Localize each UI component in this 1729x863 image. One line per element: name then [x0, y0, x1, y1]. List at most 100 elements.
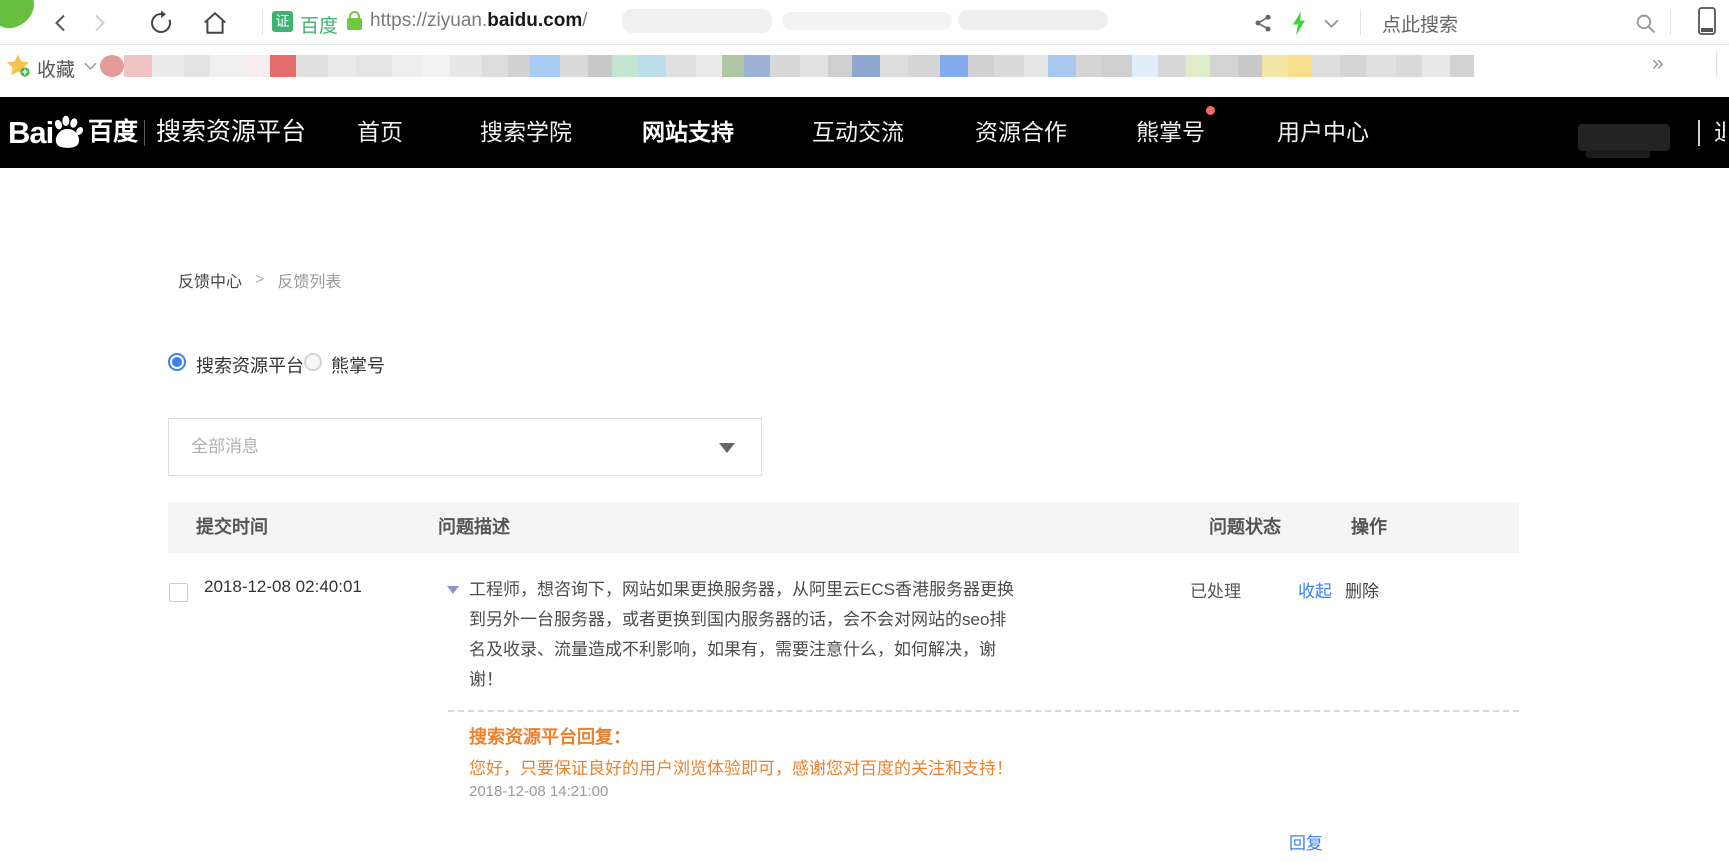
bookmark-favicon[interactable] — [1158, 55, 1186, 77]
bookmark-favicon[interactable] — [530, 55, 560, 77]
refresh-icon — [148, 10, 174, 36]
nav-item-xiongzhanghao[interactable]: 熊掌号 — [1136, 97, 1205, 168]
bookmark-favicon[interactable] — [392, 55, 422, 77]
reply-text: 您好，只要保证良好的用户浏览体验即可，感谢您对百度的关注和支持！ — [469, 754, 1013, 779]
breadcrumb-feedback-list: 反馈列表 — [277, 268, 341, 292]
bookmark-favicon[interactable] — [770, 55, 800, 77]
radio-search-platform[interactable] — [168, 353, 186, 371]
bookmark-favicon[interactable] — [356, 55, 392, 77]
bookmark-favicon[interactable] — [852, 55, 880, 77]
nav-item-interaction[interactable]: 互动交流 — [812, 97, 904, 168]
favorites-menu-button[interactable] — [84, 62, 97, 70]
bookmark-favicon[interactable] — [1396, 55, 1422, 77]
bookmark-favicon[interactable] — [994, 55, 1024, 77]
row-checkbox[interactable] — [169, 583, 188, 602]
bookmark-favicon[interactable] — [422, 55, 450, 77]
bookmark-favicon[interactable] — [638, 55, 666, 77]
collapse-triangle-icon[interactable] — [447, 586, 459, 594]
bookmark-favicon[interactable] — [1366, 55, 1396, 77]
bookmark-favicon[interactable] — [1450, 55, 1474, 77]
bookmark-favicon[interactable] — [1340, 55, 1366, 77]
forward-icon — [89, 13, 109, 33]
username-redacted[interactable] — [1578, 124, 1670, 151]
bookmark-favicon[interactable] — [560, 55, 588, 77]
message-filter-dropdown[interactable]: 全部消息 — [168, 418, 762, 476]
logo-text-baidu: 百度 — [88, 97, 138, 168]
forward-button[interactable] — [84, 8, 114, 38]
back-button[interactable] — [46, 8, 76, 38]
bookmark-favicon[interactable] — [1076, 55, 1102, 77]
bookmark-favicon[interactable] — [246, 55, 270, 77]
bookmark-favicon[interactable] — [722, 55, 744, 77]
bookmark-favicon[interactable] — [328, 55, 356, 77]
home-icon — [202, 10, 228, 36]
nav-item-website-support[interactable]: 网站支持 — [642, 97, 734, 168]
bookmark-favicon[interactable] — [588, 55, 612, 77]
bookmark-favicon[interactable] — [1186, 55, 1210, 77]
home-button[interactable] — [200, 8, 230, 38]
search-icon — [1635, 13, 1656, 34]
bookmark-favicon[interactable] — [612, 55, 638, 77]
bookmark-favicon[interactable] — [1048, 55, 1076, 77]
reply-title: 搜索资源平台回复： — [469, 723, 631, 749]
bookmark-favicon[interactable] — [100, 55, 124, 77]
bookmark-favicon[interactable] — [1238, 55, 1262, 77]
bookmark-favicon[interactable] — [968, 55, 994, 77]
delete-link[interactable]: 删除 — [1345, 577, 1379, 602]
bookmark-favicon[interactable] — [296, 55, 328, 77]
nav-item-search-academy[interactable]: 搜索学院 — [480, 97, 572, 168]
header-submit-time: 提交时间 — [196, 502, 268, 553]
logout-link-partial[interactable]: 退 — [1714, 97, 1725, 168]
bookmark-favicon[interactable] — [450, 55, 482, 77]
bookmark-favicon[interactable] — [744, 55, 770, 77]
bookmark-favicon[interactable] — [666, 55, 696, 77]
bookmark-favicon[interactable] — [908, 55, 940, 77]
bookmark-favicon[interactable] — [1132, 55, 1158, 77]
favorites-button[interactable] — [6, 53, 30, 77]
bookmark-favicon[interactable] — [800, 55, 828, 77]
radio-search-platform-label[interactable]: 搜索资源平台 — [196, 352, 304, 378]
bookmark-favicon[interactable] — [1210, 55, 1238, 77]
radio-xiongzhanghao[interactable] — [304, 353, 322, 371]
collapse-link[interactable]: 收起 — [1298, 577, 1332, 602]
bookmark-favicon[interactable] — [152, 55, 184, 77]
nav-item-resource-cooperation[interactable]: 资源合作 — [975, 97, 1067, 168]
radio-xiongzhanghao-label[interactable]: 熊掌号 — [331, 352, 385, 378]
url-redaction — [782, 12, 952, 30]
accelerator-button[interactable] — [1284, 8, 1314, 38]
header-actions: 操作 — [1351, 502, 1387, 553]
breadcrumb-feedback-center[interactable]: 反馈中心 — [178, 268, 242, 292]
refresh-button[interactable] — [146, 8, 176, 38]
bookmark-favicon[interactable] — [1102, 55, 1132, 77]
search-button[interactable] — [1630, 8, 1660, 38]
certificate-badge[interactable]: 证 — [272, 11, 293, 32]
bookmark-favicon[interactable] — [1288, 55, 1312, 77]
reply-link[interactable]: 回复 — [1289, 829, 1323, 854]
bookmark-favicon[interactable] — [270, 55, 296, 77]
favorites-label[interactable]: 收藏 — [37, 55, 75, 82]
logo-divider — [144, 120, 145, 146]
nav-item-user-center[interactable]: 用户中心 — [1277, 97, 1369, 168]
certificate-name[interactable]: 百度 — [300, 11, 338, 38]
search-hint[interactable]: 点此搜索 — [1382, 10, 1458, 37]
bookmark-favicon[interactable] — [184, 55, 210, 77]
bookmark-favicon[interactable] — [696, 55, 722, 77]
bookmark-favicon[interactable] — [940, 55, 968, 77]
bookmark-favicon[interactable] — [1312, 55, 1340, 77]
bookmark-favicon[interactable] — [828, 55, 852, 77]
url-text[interactable]: https://ziyuan.baidu.com/ — [370, 10, 588, 32]
bookmark-favicon[interactable] — [482, 55, 508, 77]
mobile-view-button[interactable] — [1692, 6, 1722, 36]
bookmark-favicon[interactable] — [508, 55, 530, 77]
bookmark-favicon[interactable] — [210, 55, 246, 77]
address-dropdown-button[interactable] — [1316, 8, 1346, 38]
bookmark-favicon[interactable] — [880, 55, 908, 77]
nav-item-home[interactable]: 首页 — [357, 97, 403, 168]
bookmark-favicon[interactable] — [124, 55, 152, 77]
bookmark-favicon[interactable] — [1024, 55, 1048, 77]
bookmark-favicon[interactable] — [1422, 55, 1450, 77]
bookmarks-overflow-button[interactable]: » — [1652, 52, 1664, 76]
share-button[interactable] — [1248, 8, 1278, 38]
username-redacted — [1586, 150, 1650, 158]
bookmark-favicon[interactable] — [1262, 55, 1288, 77]
